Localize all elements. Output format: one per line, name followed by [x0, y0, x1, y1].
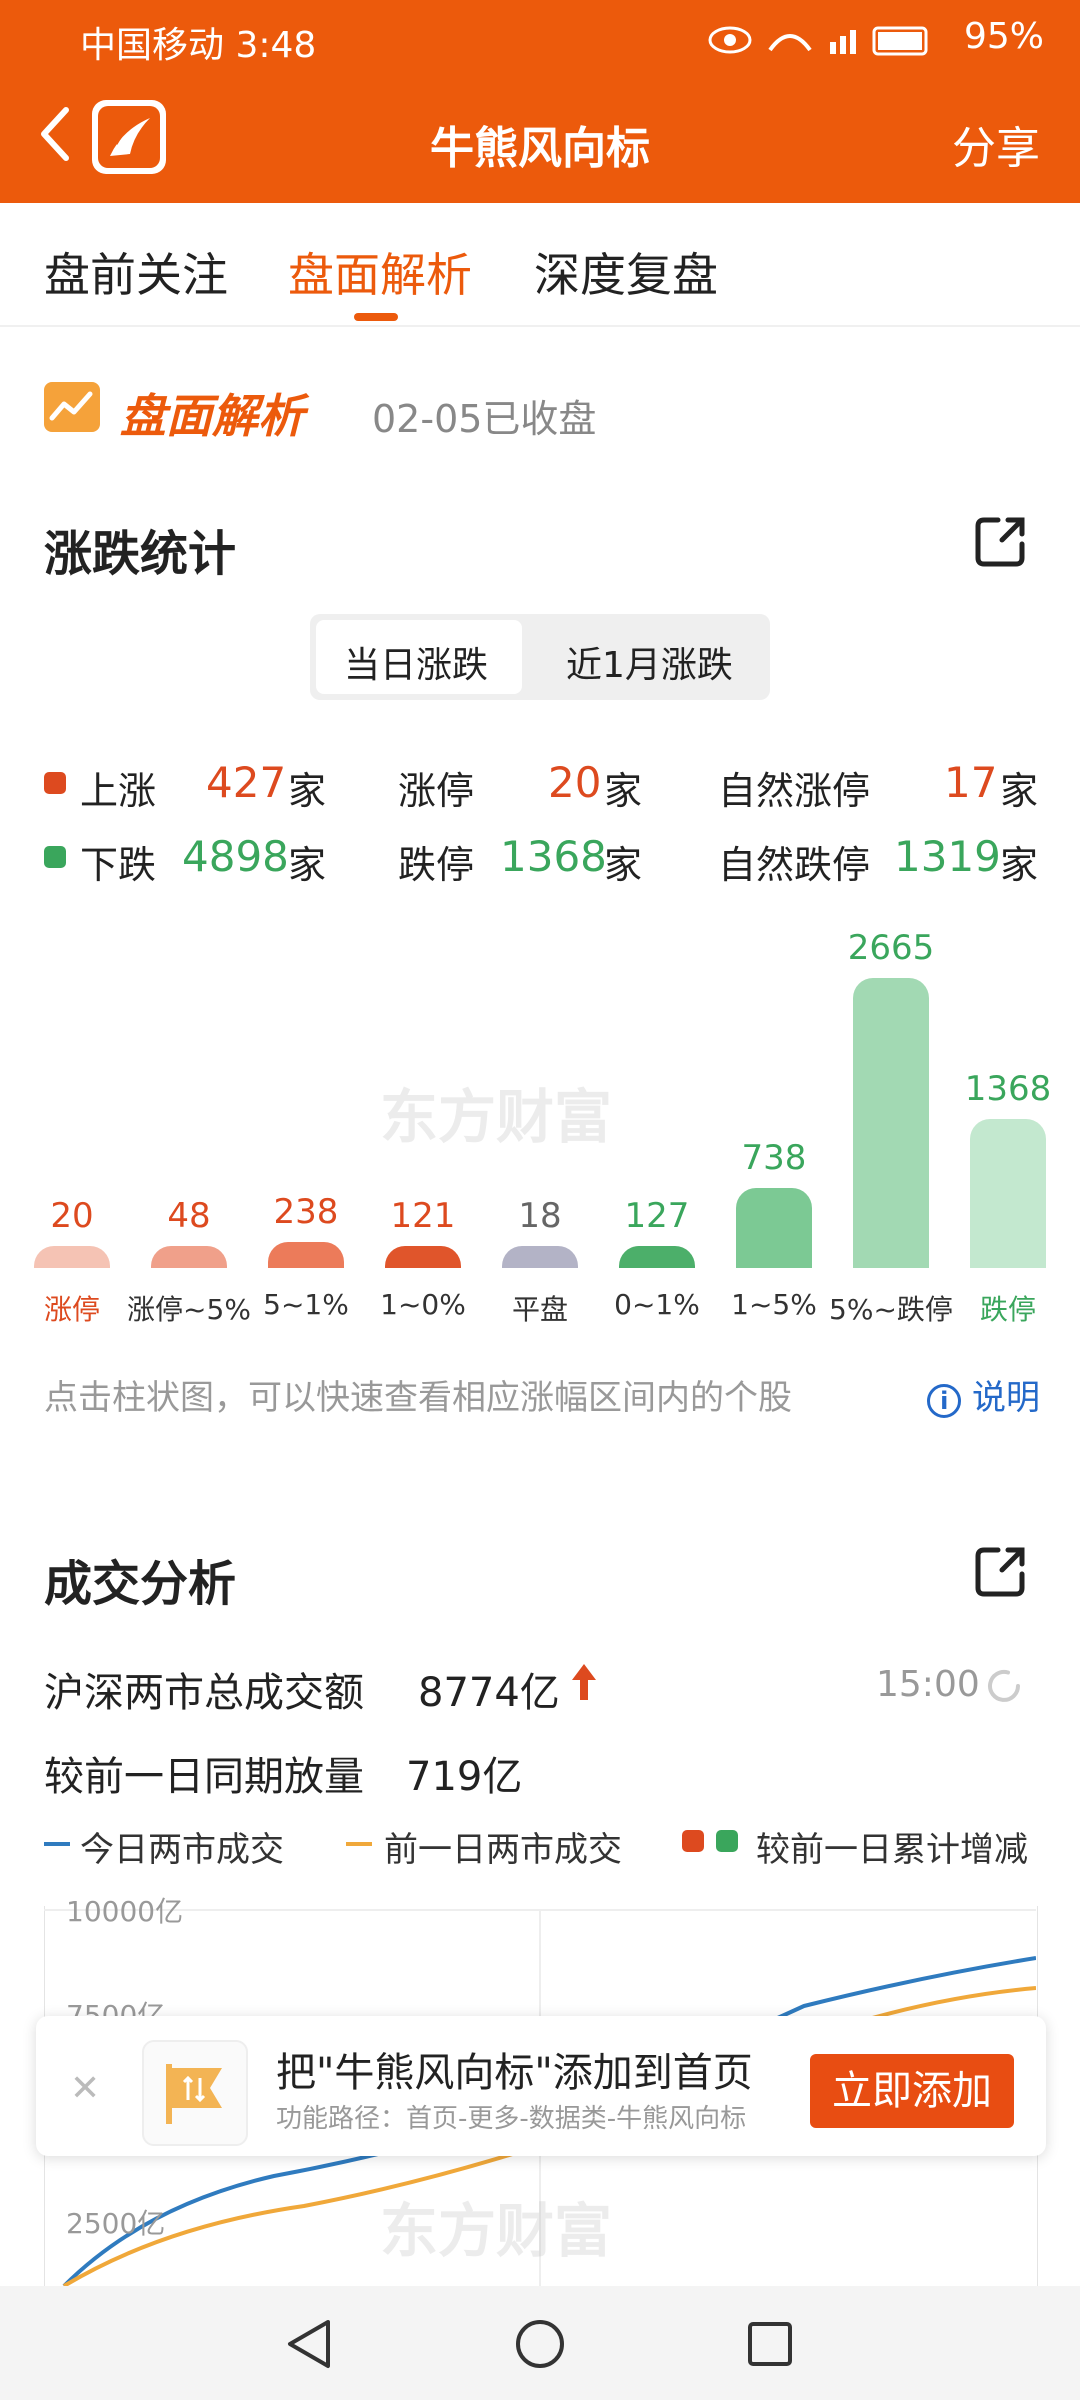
- bar-value-6: 738: [741, 1137, 807, 1178]
- natural-limit-up-value: 17: [944, 758, 998, 807]
- bar-2[interactable]: [268, 1242, 344, 1268]
- legend-today-swatch: [44, 1842, 70, 1846]
- limit-down-unit: 家: [604, 843, 643, 887]
- up-unit: 家: [288, 769, 327, 813]
- up-dot: [44, 772, 66, 794]
- legend-prev-swatch: [346, 1842, 372, 1846]
- limit-down-value: 1368: [500, 832, 607, 881]
- down-label: 下跌: [80, 843, 157, 887]
- legend-diff: 较前一日累计增减: [756, 1830, 1028, 1870]
- info-label: 说明: [972, 1378, 1040, 1418]
- limit-up-label: 涨停: [398, 769, 475, 813]
- natural-limit-up-unit: 家: [1000, 769, 1039, 813]
- bar-category-6: 1~5%: [731, 1288, 817, 1321]
- battery-level: 95%: [963, 16, 1044, 57]
- banner-title: 把"牛熊风向标"添加到首页: [276, 2050, 753, 2096]
- bar-category-2: 5~1%: [263, 1288, 349, 1321]
- page-title: 牛熊风向标: [430, 123, 650, 174]
- bar-value-5: 127: [624, 1196, 690, 1236]
- limit-down-label: 跌停: [398, 843, 475, 887]
- section-title: 盘面解析: [120, 389, 304, 443]
- tab-bar: 盘前关注 盘面解析 深度复盘: [0, 203, 1080, 327]
- down-value: 4898: [182, 832, 289, 881]
- limit-up-value: 20: [548, 758, 602, 807]
- legend-prev: 前一日两市成交: [384, 1830, 622, 1870]
- compare-value: 719亿: [406, 1754, 523, 1800]
- bar-value-1: 48: [167, 1196, 211, 1236]
- bar-1[interactable]: [151, 1246, 227, 1268]
- stats-title: 涨跌统计: [44, 526, 237, 582]
- toggle-today[interactable]: 当日涨跌: [344, 636, 488, 688]
- up-value: 427: [206, 758, 287, 807]
- tab-deep-review[interactable]: 深度复盘: [534, 239, 718, 305]
- nav-back-icon[interactable]: [282, 2316, 338, 2372]
- section-date: 02-05已收盘: [372, 397, 597, 441]
- bar-value-0: 20: [50, 1196, 94, 1236]
- add-now-button[interactable]: 立即添加: [810, 2054, 1014, 2128]
- status-icons: [708, 26, 928, 56]
- total-volume-label: 沪深两市总成交额: [44, 1670, 364, 1716]
- bar-6[interactable]: [736, 1187, 812, 1268]
- up-label: 上涨: [80, 769, 157, 813]
- bar-category-7: 5%~跌停: [829, 1293, 953, 1326]
- banner-close-icon[interactable]: ✕: [70, 2068, 100, 2109]
- down-dot: [44, 846, 66, 868]
- volume-title: 成交分析: [44, 1556, 237, 1612]
- nav-recents-icon[interactable]: [742, 2316, 798, 2372]
- active-tab-indicator: [354, 313, 398, 321]
- tab-market-analysis[interactable]: 盘面解析: [288, 239, 472, 305]
- total-volume-value: 8774亿: [418, 1670, 560, 1716]
- bar-value-2: 238: [273, 1192, 339, 1233]
- info-link[interactable]: i 说明: [927, 1370, 1040, 1419]
- bar-category-5: 0~1%: [614, 1288, 700, 1321]
- bar-value-8: 1368: [964, 1069, 1052, 1110]
- legend-today: 今日两市成交: [80, 1830, 284, 1870]
- watermark: 东方财富: [380, 1083, 613, 1151]
- bar-7[interactable]: [853, 978, 929, 1268]
- bar-category-3: 1~0%: [380, 1288, 466, 1321]
- external-link-icon[interactable]: [972, 514, 1028, 570]
- limit-up-unit: 家: [604, 769, 643, 813]
- bar-0[interactable]: [34, 1246, 110, 1268]
- carrier-time: 中国移动 3:48: [80, 25, 317, 66]
- legend-down-swatch: [716, 1830, 738, 1852]
- toggle-month[interactable]: 近1月涨跌: [566, 636, 733, 688]
- natural-limit-down-value: 1319: [894, 832, 1001, 881]
- y-tick-2500: 2500亿: [66, 2207, 166, 2240]
- volume-external-link-icon[interactable]: [972, 1544, 1028, 1600]
- bar-4[interactable]: [502, 1246, 578, 1268]
- legend-up-swatch: [682, 1830, 704, 1852]
- share-button[interactable]: 分享: [952, 112, 1040, 176]
- bar-8[interactable]: [970, 1119, 1046, 1268]
- banner-flag-icon: [142, 2040, 248, 2146]
- watermark-2: 东方财富: [380, 2197, 613, 2265]
- bar-3[interactable]: [385, 1246, 461, 1268]
- nav-home-icon[interactable]: [512, 2316, 568, 2372]
- bar-value-3: 121: [390, 1196, 456, 1236]
- info-icon: i: [927, 1384, 962, 1418]
- y-tick-10000: 10000亿: [66, 1895, 184, 1928]
- bar-hint: 点击柱状图，可以快速查看相应涨幅区间内的个股: [44, 1378, 792, 1418]
- bar-category-1: 涨停~5%: [127, 1293, 251, 1326]
- status-bar: 中国移动 3:48 95%: [0, 0, 1080, 76]
- refresh-icon[interactable]: [984, 1666, 1024, 1706]
- natural-limit-down-label: 自然跌停: [718, 843, 871, 887]
- volume-time: 15:00: [876, 1664, 980, 1705]
- bar-category-0: 涨停: [43, 1293, 100, 1326]
- bar-value-7: 2665: [847, 928, 935, 968]
- bar-category-4: 平盘: [511, 1293, 568, 1326]
- tab-premarket[interactable]: 盘前关注: [44, 239, 228, 305]
- bar-value-4: 18: [518, 1196, 562, 1236]
- down-unit: 家: [288, 843, 327, 887]
- bar-category-8: 跌停: [979, 1293, 1036, 1326]
- up-arrow-icon: [572, 1664, 596, 1700]
- natural-limit-down-unit: 家: [1000, 843, 1039, 887]
- natural-limit-up-label: 自然涨停: [718, 769, 871, 813]
- trend-logo-icon: [44, 382, 100, 432]
- bar-5[interactable]: [619, 1246, 695, 1268]
- banner-subtitle: 功能路径：首页-更多-数据类-牛熊风向标: [276, 2104, 747, 2134]
- compare-label: 较前一日同期放量: [44, 1754, 364, 1800]
